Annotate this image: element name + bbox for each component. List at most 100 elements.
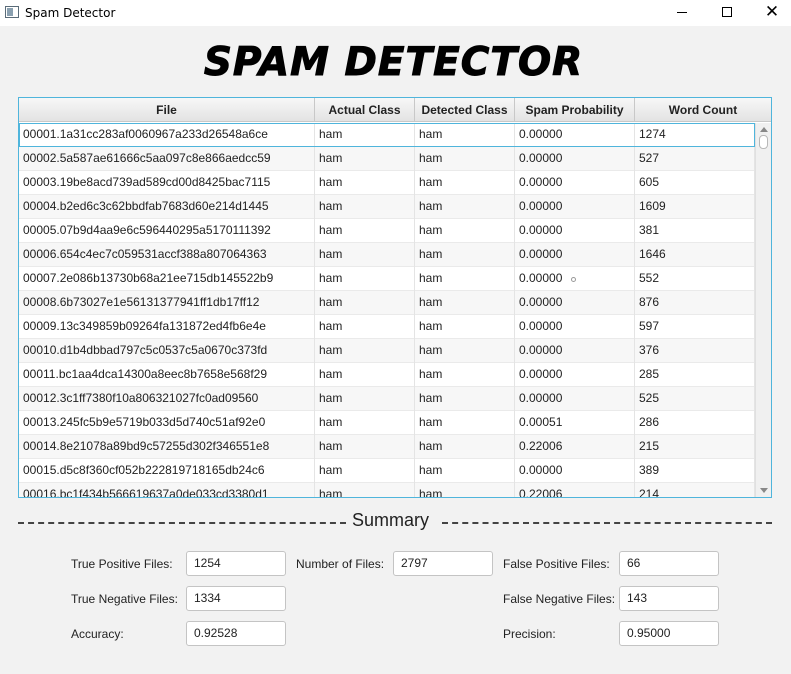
cell-file: 00001.1a31cc283af0060967a233d26548a6ce bbox=[19, 123, 315, 147]
cell-detected-class: ham bbox=[415, 435, 515, 459]
scrollbar-thumb[interactable] bbox=[759, 135, 768, 149]
table-row[interactable]: 00001.1a31cc283af0060967a233d26548a6ce ha… bbox=[19, 123, 755, 147]
cell-actual-class: ham bbox=[315, 483, 415, 497]
number-of-files-field[interactable]: 2797 bbox=[393, 551, 493, 576]
table-row[interactable]: 00010.d1b4dbbad797c5c0537c5a0670c373fd ha… bbox=[19, 339, 755, 363]
cell-detected-class: ham bbox=[415, 315, 515, 339]
cell-word-count: 605 bbox=[635, 171, 755, 195]
table-row[interactable]: 00006.654c4ec7c059531accf388a807064363 ha… bbox=[19, 243, 755, 267]
scroll-down-arrow-icon[interactable] bbox=[760, 488, 768, 493]
maximize-icon bbox=[722, 7, 732, 17]
number-of-files-label: Number of Files: bbox=[296, 557, 385, 571]
cell-file: 00012.3c1ff7380f10a806321027fc0ad09560 bbox=[19, 387, 315, 411]
cell-detected-class: ham bbox=[415, 171, 515, 195]
cell-word-count: 527 bbox=[635, 147, 755, 171]
cell-spam-probability: 0.22006 bbox=[515, 483, 635, 497]
precision-field[interactable]: 0.95000 bbox=[619, 621, 719, 646]
cell-file: 00006.654c4ec7c059531accf388a807064363 bbox=[19, 243, 315, 267]
cell-spam-probability: 0.00000 bbox=[515, 291, 635, 315]
cell-file: 00010.d1b4dbbad797c5c0537c5a0670c373fd bbox=[19, 339, 315, 363]
vertical-scrollbar[interactable] bbox=[755, 123, 771, 497]
cell-word-count: 525 bbox=[635, 387, 755, 411]
cell-word-count: 597 bbox=[635, 315, 755, 339]
page-title: SPAM DETECTOR bbox=[203, 40, 584, 86]
cell-actual-class: ham bbox=[315, 171, 415, 195]
cell-detected-class: ham bbox=[415, 291, 515, 315]
cell-spam-probability: 0.00000 bbox=[515, 459, 635, 483]
precision-label: Precision: bbox=[503, 627, 556, 641]
cell-detected-class: ham bbox=[415, 483, 515, 497]
cell-file: 00008.6b73027e1e56131377941ff1db17ff12 bbox=[19, 291, 315, 315]
cell-file: 00013.245fc5b9e5719b033d5d740c51af92e0 bbox=[19, 411, 315, 435]
cell-word-count: 215 bbox=[635, 435, 755, 459]
table-row[interactable]: 00002.5a587ae61666c5aa097c8e866aedcc59 ha… bbox=[19, 147, 755, 171]
cell-actual-class: ham bbox=[315, 195, 415, 219]
column-header-word-count[interactable]: Word Count bbox=[635, 98, 771, 122]
minimize-icon bbox=[677, 11, 687, 13]
results-table[interactable]: File Actual Class Detected Class Spam Pr… bbox=[18, 97, 772, 498]
false-positive-field[interactable]: 66 bbox=[619, 551, 719, 576]
cell-spam-probability: 0.00000 bbox=[515, 387, 635, 411]
cell-file: 00003.19be8acd739ad589cd00d8425bac7115 bbox=[19, 171, 315, 195]
table-body: 00001.1a31cc283af0060967a233d26548a6ce ha… bbox=[19, 123, 755, 497]
cell-word-count: 376 bbox=[635, 339, 755, 363]
table-row[interactable]: 00003.19be8acd739ad589cd00d8425bac7115 ha… bbox=[19, 171, 755, 195]
false-positive-label: False Positive Files: bbox=[503, 557, 610, 571]
minimize-button[interactable] bbox=[659, 0, 705, 26]
table-row[interactable]: 00005.07b9d4aa9e6c596440295a5170111392 ha… bbox=[19, 219, 755, 243]
cell-word-count: 285 bbox=[635, 363, 755, 387]
table-header: File Actual Class Detected Class Spam Pr… bbox=[19, 98, 771, 122]
maximize-button[interactable] bbox=[704, 0, 750, 26]
cell-file: 00014.8e21078a89bd9c57255d302f346551e8 bbox=[19, 435, 315, 459]
cell-file: 00009.13c349859b09264fa131872ed4fb6e4e bbox=[19, 315, 315, 339]
table-row[interactable]: 00004.b2ed6c3c62bbdfab7683d60e214d1445 ha… bbox=[19, 195, 755, 219]
cell-spam-probability: 0.00000 bbox=[515, 315, 635, 339]
table-row[interactable]: 00016.bc1f434b566619637a0de033cd3380d1 ha… bbox=[19, 483, 755, 497]
divider-dashes-right bbox=[442, 522, 772, 524]
table-row[interactable]: 00015.d5c8f360cf052b222819718165db24c6 ha… bbox=[19, 459, 755, 483]
cell-actual-class: ham bbox=[315, 219, 415, 243]
cell-actual-class: ham bbox=[315, 339, 415, 363]
table-row[interactable]: 00007.2e086b13730b68a21ee715db145522b9 ha… bbox=[19, 267, 755, 291]
cell-actual-class: ham bbox=[315, 147, 415, 171]
cell-spam-probability: 0.00000 bbox=[515, 363, 635, 387]
cell-actual-class: ham bbox=[315, 315, 415, 339]
false-negative-field[interactable]: 143 bbox=[619, 586, 719, 611]
cell-spam-probability: 0.00000 bbox=[515, 123, 635, 147]
cell-word-count: 876 bbox=[635, 291, 755, 315]
cell-file: 00015.d5c8f360cf052b222819718165db24c6 bbox=[19, 459, 315, 483]
true-positive-field[interactable]: 1254 bbox=[186, 551, 286, 576]
table-row[interactable]: 00014.8e21078a89bd9c57255d302f346551e8 ha… bbox=[19, 435, 755, 459]
table-row[interactable]: 00012.3c1ff7380f10a806321027fc0ad09560 ha… bbox=[19, 387, 755, 411]
cell-spam-probability: 0.00000 bbox=[515, 219, 635, 243]
app-icon bbox=[5, 6, 19, 18]
cell-detected-class: ham bbox=[415, 459, 515, 483]
cell-word-count: 1646 bbox=[635, 243, 755, 267]
table-row[interactable]: 00009.13c349859b09264fa131872ed4fb6e4e ha… bbox=[19, 315, 755, 339]
cell-detected-class: ham bbox=[415, 411, 515, 435]
true-negative-field[interactable]: 1334 bbox=[186, 586, 286, 611]
scroll-up-arrow-icon[interactable] bbox=[760, 127, 768, 132]
accuracy-field[interactable]: 0.92528 bbox=[186, 621, 286, 646]
cell-actual-class: ham bbox=[315, 267, 415, 291]
column-header-detected-class[interactable]: Detected Class bbox=[415, 98, 515, 122]
cell-file: 00007.2e086b13730b68a21ee715db145522b9 bbox=[19, 267, 315, 291]
cell-word-count: 552 bbox=[635, 267, 755, 291]
divider-dashes-left bbox=[18, 522, 346, 524]
mouse-cursor-icon bbox=[571, 277, 576, 282]
false-negative-label: False Negative Files: bbox=[503, 592, 616, 606]
cell-spam-probability: 0.00000 bbox=[515, 147, 635, 171]
window-titlebar: Spam Detector ✕ bbox=[0, 0, 791, 26]
cell-word-count: 381 bbox=[635, 219, 755, 243]
table-row[interactable]: 00013.245fc5b9e5719b033d5d740c51af92e0 ha… bbox=[19, 411, 755, 435]
cell-word-count: 1274 bbox=[635, 123, 755, 147]
table-row[interactable]: 00011.bc1aa4dca14300a8eec8b7658e568f29 ha… bbox=[19, 363, 755, 387]
table-row[interactable]: 00008.6b73027e1e56131377941ff1db17ff12 ha… bbox=[19, 291, 755, 315]
cell-file: 00004.b2ed6c3c62bbdfab7683d60e214d1445 bbox=[19, 195, 315, 219]
column-header-actual-class[interactable]: Actual Class bbox=[315, 98, 415, 122]
column-header-spam-probability[interactable]: Spam Probability bbox=[515, 98, 635, 122]
cell-spam-probability: 0.00000 bbox=[515, 243, 635, 267]
close-button[interactable]: ✕ bbox=[749, 0, 791, 26]
cell-spam-probability: 0.00000 bbox=[515, 171, 635, 195]
column-header-file[interactable]: File bbox=[19, 98, 315, 122]
